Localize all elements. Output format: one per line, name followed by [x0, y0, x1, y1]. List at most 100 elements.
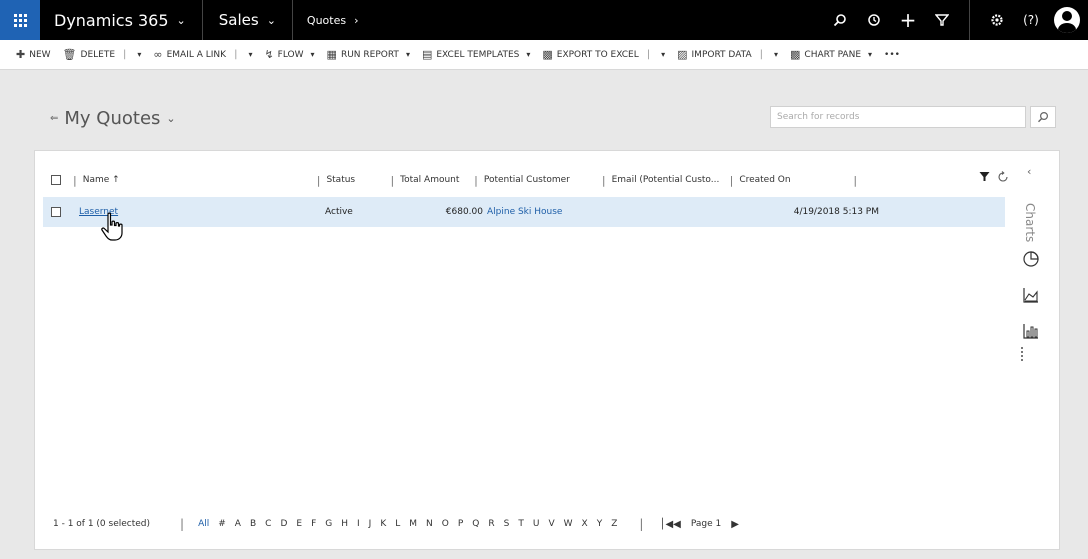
bar-chart-icon: ▩ [790, 48, 801, 61]
alpha-filter-u[interactable]: U [533, 519, 540, 529]
new-label: NEW [29, 49, 51, 60]
more-icon: ••• [884, 49, 900, 60]
select-all-checkbox[interactable] [51, 175, 61, 185]
row-status: Active [325, 207, 353, 217]
alpha-filter-d[interactable]: D [280, 519, 287, 529]
import-icon: ▨ [677, 48, 688, 61]
alpha-filter-f[interactable]: F [311, 519, 316, 529]
search-icon[interactable] [823, 13, 857, 27]
alpha-filter-z[interactable]: Z [611, 519, 617, 529]
column-header-potential-customer[interactable]: Potential Customer [484, 167, 596, 193]
alpha-filter-q[interactable]: Q [472, 519, 479, 529]
delete-dropdown[interactable]: ▾ [128, 50, 147, 59]
delete-button[interactable]: 🗑 DELETE [57, 48, 121, 61]
grid-filter-button[interactable] [979, 171, 990, 185]
column-email-label: Email (Potential Custo... [611, 175, 720, 185]
area-chart-icon[interactable] [1021, 285, 1041, 305]
new-button[interactable]: ✚ NEW [10, 48, 57, 61]
chart-pane-button[interactable]: ▩ CHART PANE ▾ [784, 48, 878, 61]
view-selector[interactable]: ⇐ My Quotes ⌄ [50, 108, 176, 129]
chevron-down-icon: ▾ [248, 50, 253, 59]
alpha-filter-m[interactable]: M [409, 519, 417, 529]
chevron-down-icon: ▾ [405, 50, 410, 59]
email-link-button[interactable]: ∞ EMAIL A LINK [147, 48, 232, 61]
chevron-down-icon: ▾ [526, 50, 531, 59]
column-header-total-amount[interactable]: Total Amount [400, 167, 468, 193]
brand-menu[interactable]: Dynamics 365 ⌄ [40, 0, 203, 40]
alpha-filter-v[interactable]: V [548, 519, 554, 529]
search-input[interactable]: Search for records [770, 106, 1026, 128]
alpha-filter-r[interactable]: R [488, 519, 494, 529]
first-page-icon[interactable]: │◀◀ [659, 519, 680, 530]
column-divider: | [474, 173, 478, 187]
alpha-filter-a[interactable]: A [235, 519, 241, 529]
footer-divider: | [639, 517, 644, 531]
alpha-filter-g[interactable]: G [325, 519, 332, 529]
history-icon[interactable] [857, 13, 891, 27]
avatar-icon[interactable] [1054, 7, 1080, 33]
filter-icon [979, 172, 990, 181]
alpha-filter-c[interactable]: C [265, 519, 271, 529]
charts-label[interactable]: Charts [1023, 203, 1037, 242]
alphabet-filter: All # A B C D E F G H I J K L M N O P Q … [198, 519, 617, 529]
alpha-filter-hash[interactable]: # [218, 519, 226, 529]
chevron-down-icon: ▾ [310, 50, 315, 59]
chevron-down-icon: ▾ [661, 50, 666, 59]
alpha-filter-all[interactable]: All [198, 519, 209, 529]
alpha-filter-s[interactable]: S [504, 519, 510, 529]
alpha-filter-t[interactable]: T [518, 519, 524, 529]
column-header-status[interactable]: Status [326, 167, 384, 193]
alpha-filter-l[interactable]: L [395, 519, 400, 529]
alpha-filter-i[interactable]: I [357, 519, 360, 529]
flow-button[interactable]: ↯ FLOW ▾ [258, 48, 320, 61]
nav-right-group: + (?) [823, 0, 1088, 40]
pie-chart-icon[interactable] [1021, 249, 1041, 269]
chevron-left-icon[interactable]: ‹ [1027, 165, 1031, 178]
table-row[interactable]: Lasernet Active €680.00 Alpine Ski House… [43, 197, 1005, 227]
export-excel-button[interactable]: ▩ EXPORT TO EXCEL [536, 48, 644, 61]
column-header-created-on[interactable]: Created On [739, 167, 847, 193]
alpha-filter-x[interactable]: X [582, 519, 588, 529]
run-report-button[interactable]: ▦ RUN REPORT ▾ [321, 48, 416, 61]
charts-rail: ‹ Charts [1007, 151, 1059, 549]
column-header-email[interactable]: Email (Potential Custo... [612, 167, 730, 193]
import-dropdown[interactable]: ▾ [765, 50, 784, 59]
alpha-filter-p[interactable]: P [458, 519, 463, 529]
row-total-amount: €680.00 [445, 207, 483, 217]
alpha-filter-e[interactable]: E [296, 519, 302, 529]
alpha-filter-b[interactable]: B [250, 519, 256, 529]
gear-icon[interactable] [980, 13, 1014, 27]
app-menu[interactable]: Sales ⌄ [203, 0, 293, 40]
alpha-filter-j[interactable]: J [369, 519, 372, 529]
chevron-down-icon: ▾ [773, 50, 778, 59]
column-divider: | [601, 173, 606, 187]
next-page-icon[interactable]: ▶ [731, 519, 739, 530]
column-header-name[interactable]: Name ↑ [83, 167, 311, 193]
export-dropdown[interactable]: ▾ [652, 50, 671, 59]
column-chart-icon[interactable] [1021, 321, 1041, 341]
alpha-filter-o[interactable]: O [442, 519, 449, 529]
flow-icon: ↯ [264, 48, 274, 61]
resize-handle[interactable] [1021, 347, 1024, 361]
plus-icon[interactable]: + [891, 8, 925, 32]
row-potential-customer-link[interactable]: Alpine Ski House [487, 207, 619, 217]
search-button[interactable] [1030, 106, 1056, 128]
import-data-button[interactable]: ▨ IMPORT DATA [671, 48, 757, 61]
waffle-icon [13, 13, 27, 27]
alpha-filter-y[interactable]: Y [597, 519, 603, 529]
excel-templates-button[interactable]: ▤ EXCEL TEMPLATES ▾ [416, 48, 536, 61]
help-icon[interactable]: (?) [1014, 13, 1048, 27]
area-breadcrumb[interactable]: Quotes › [293, 0, 373, 40]
chevron-down-icon: ⌄ [266, 13, 276, 27]
alpha-filter-n[interactable]: N [426, 519, 433, 529]
filter-icon[interactable] [925, 13, 959, 27]
email-dropdown[interactable]: ▾ [239, 50, 258, 59]
app-launcher-button[interactable] [0, 0, 40, 40]
page-number: Page 1 [690, 519, 722, 529]
pin-icon: ⇐ [50, 113, 59, 124]
alpha-filter-w[interactable]: W [564, 519, 573, 529]
alpha-filter-k[interactable]: K [380, 519, 386, 529]
more-commands-button[interactable]: ••• [878, 50, 906, 60]
row-checkbox[interactable] [51, 207, 61, 217]
alpha-filter-h[interactable]: H [341, 519, 348, 529]
